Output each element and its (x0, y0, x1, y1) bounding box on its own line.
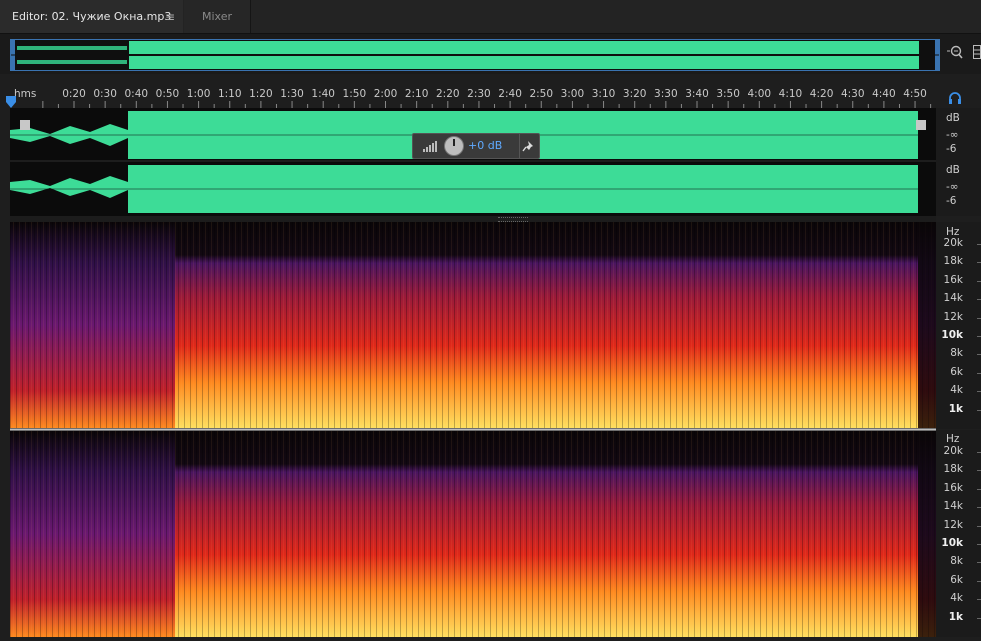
upper-db-inf: -∞ (946, 129, 959, 141)
frequency-label: 6k (950, 365, 963, 378)
frequency-label: 8k (950, 555, 963, 568)
frequency-label: 20k (943, 237, 963, 249)
headphones-icon[interactable] (948, 91, 962, 105)
tab-bar: Editor: 02. Чужие Окна.mp3 ≡ Mixer (0, 0, 981, 34)
fade-out-handle[interactable] (916, 120, 926, 130)
overview-waveform (11, 40, 939, 70)
frequency-label: 12k (943, 518, 963, 531)
panel-menu-icon[interactable]: ≡ (165, 0, 175, 34)
lower-frequency-scale: Hz 20k 18k 16k 14k 12k 10k 8k 6k 4k 1k (936, 430, 981, 637)
frequency-tick (977, 580, 981, 582)
frequency-tick (977, 470, 981, 472)
frequency-label: 10k (941, 329, 963, 341)
frequency-label: 20k (943, 445, 963, 457)
lower-db-unit: dB (946, 164, 960, 176)
spectrogram-canvas (10, 222, 936, 637)
frequency-label: 18k (943, 255, 963, 268)
frequency-tick (977, 336, 981, 337)
frequency-tick (977, 280, 981, 282)
frequency-tick (977, 299, 981, 301)
volume-value[interactable]: +0 dB (468, 139, 502, 152)
frequency-tick (977, 354, 981, 356)
frequency-tick (977, 488, 981, 490)
frequency-label: 18k (943, 463, 963, 476)
frequency-label: 14k (943, 292, 963, 305)
frequency-label: 16k (943, 273, 963, 286)
waveform-amplitude-scale: dB -∞ -6 dB -∞ -6 (936, 108, 981, 216)
tab-editor-label: Editor: 02. Чужие Окна.mp3 (12, 10, 172, 23)
frequency-tick (977, 317, 981, 319)
frequency-label: 1k (948, 610, 963, 623)
frequency-tick (977, 507, 981, 509)
frequency-label: 1k (948, 402, 963, 415)
upper-db-minus6: -6 (946, 143, 957, 155)
overview-navigator[interactable] (10, 39, 940, 71)
frequency-tick (977, 409, 981, 411)
waveform-display[interactable] (10, 108, 936, 216)
frequency-tick (977, 452, 981, 453)
upper-db-unit: dB (946, 112, 960, 124)
level-bars-icon (423, 141, 437, 152)
lower-hz-unit: Hz (946, 433, 960, 445)
zoom-selection-icon[interactable] (947, 44, 963, 60)
ruler-ticks (42, 101, 932, 108)
waveform-canvas (10, 108, 936, 216)
frequency-tick (977, 391, 981, 393)
volume-hud: +0 dB (412, 133, 540, 159)
panel-layout-icon[interactable] (973, 45, 981, 59)
frequency-tick (977, 372, 981, 374)
tab-mixer[interactable]: Mixer (184, 0, 251, 33)
pin-hud-button[interactable] (519, 134, 540, 158)
tab-editor[interactable]: Editor: 02. Чужие Окна.mp3 ≡ (0, 0, 183, 33)
frequency-label: 4k (950, 384, 963, 397)
frequency-tick (977, 599, 981, 601)
frequency-tick (977, 617, 981, 619)
lower-db-inf: -∞ (946, 181, 959, 193)
frequency-label: 8k (950, 347, 963, 360)
lower-db-minus6: -6 (946, 195, 957, 207)
frequency-tick (977, 525, 981, 527)
playhead-marker[interactable] (6, 96, 16, 108)
fade-in-handle[interactable] (20, 120, 30, 130)
upper-frequency-scale: Hz 20k 18k 16k 14k 12k 10k 8k 6k 4k 1k (936, 222, 981, 429)
frequency-label: 16k (943, 481, 963, 494)
frequency-tick (977, 244, 981, 245)
frequency-tick (977, 544, 981, 545)
frequency-label: 10k (941, 537, 963, 549)
volume-knob[interactable] (444, 136, 464, 156)
frequency-label: 6k (950, 573, 963, 586)
frequency-label: 4k (950, 592, 963, 605)
timeline-ruler[interactable]: hms 0:20 0:30 0:40 0:50 1:00 1:10 1:20 1:30 1:40… (0, 84, 981, 108)
overview-bar (0, 34, 981, 74)
frequency-label: 12k (943, 310, 963, 323)
pin-icon (522, 141, 533, 152)
spectral-frequency-display[interactable] (10, 222, 936, 637)
frequency-label: 14k (943, 500, 963, 513)
frequency-tick (977, 262, 981, 264)
frequency-tick (977, 562, 981, 564)
